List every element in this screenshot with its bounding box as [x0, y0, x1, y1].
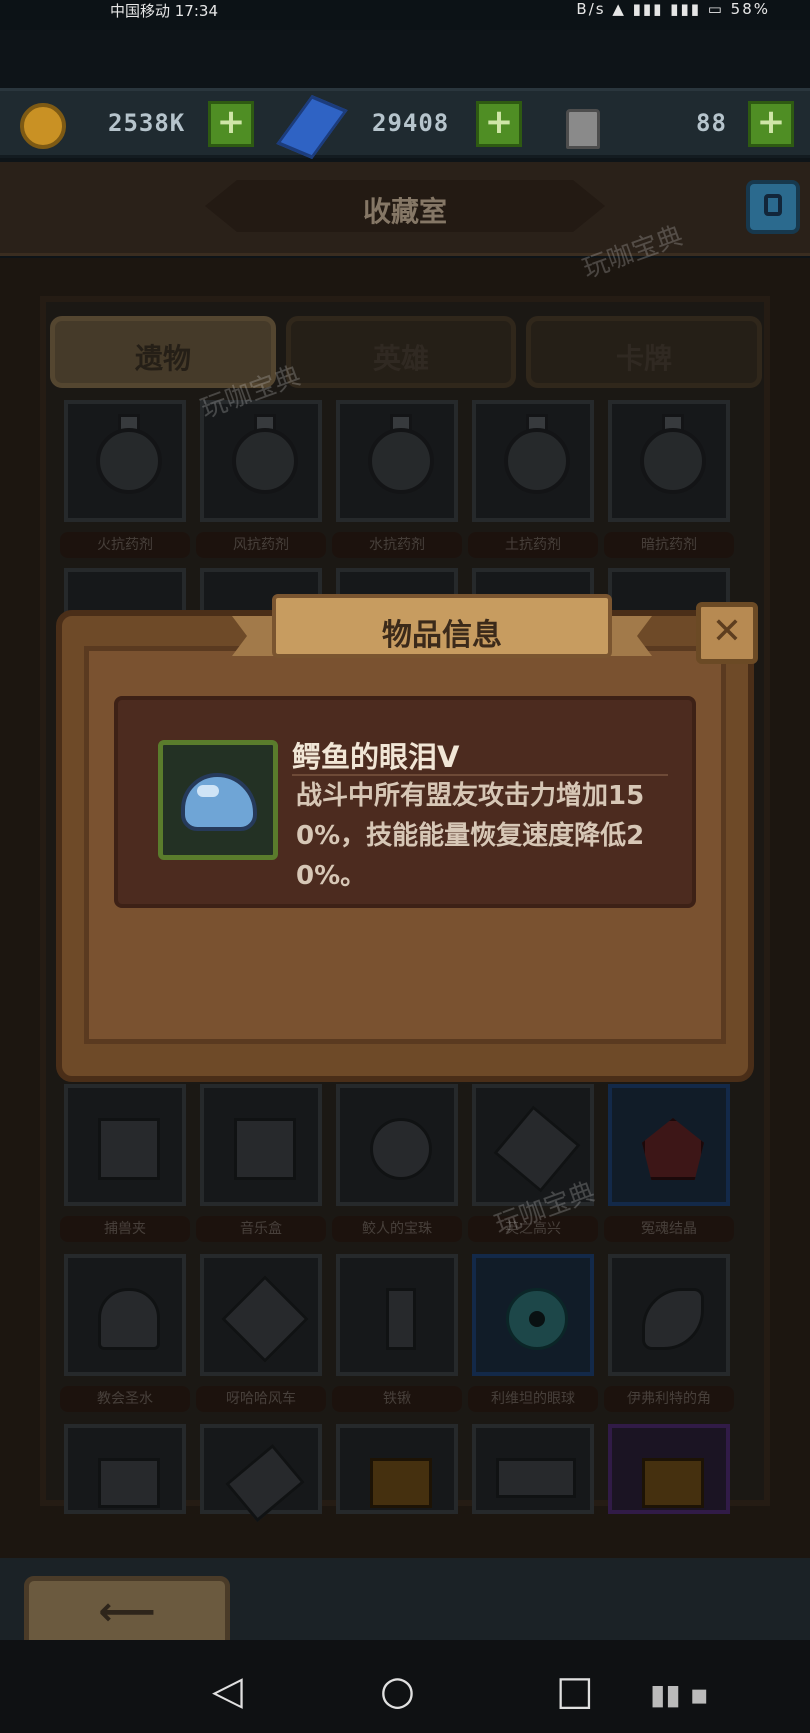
add-jar-button[interactable]: + — [748, 101, 794, 147]
item-name: 鳄鱼的眼泪V — [292, 740, 460, 774]
dialog-title: 物品信息 — [382, 618, 502, 653]
close-icon: ✕ — [711, 611, 743, 652]
collection-header: 收藏室 — [0, 162, 810, 256]
add-gem-button[interactable]: + — [476, 101, 522, 147]
help-icon — [764, 194, 782, 216]
nav-back-icon[interactable]: ◁ — [212, 1668, 243, 1714]
nav-recent-icon[interactable]: □ — [556, 1668, 594, 1714]
nav-extra-icon[interactable]: ▮▮ ▪ — [650, 1678, 709, 1711]
back-arrow-icon: ⟵ — [98, 1589, 156, 1635]
jar-value: 88 — [696, 109, 727, 137]
item-description: 战斗中所有盟友攻击力增加150%，技能能量恢复速度降低20%。 — [296, 781, 645, 891]
help-button[interactable] — [746, 180, 800, 234]
resource-bar: 2538K + 29408 + 88 + — [0, 88, 810, 159]
carrier-time: 中国移动 17:34 — [110, 2, 218, 20]
dialog-ribbon: 物品信息 — [232, 594, 652, 666]
coin-icon — [20, 103, 66, 149]
gem-icon — [276, 95, 348, 159]
ribbon-body: 物品信息 — [272, 594, 612, 658]
item-icon-frame — [158, 740, 278, 860]
close-button[interactable]: ✕ — [696, 602, 758, 664]
gem-value: 29408 — [372, 109, 450, 137]
tear-icon — [181, 773, 257, 831]
nav-home-icon[interactable]: ○ — [380, 1668, 415, 1714]
title-plate: 收藏室 — [205, 180, 605, 232]
system-nav-bar: ◁ ○ □ ▮▮ ▪ — [0, 1640, 810, 1733]
page-title: 收藏室 — [362, 195, 447, 228]
back-button[interactable]: ⟵ — [24, 1576, 230, 1650]
coin-value: 2538K — [108, 109, 186, 137]
status-bar: 中国移动 17:34 B/s ▲ ▮▮▮ ▮▮▮ ▭ 58% — [0, 0, 810, 30]
status-icons: B/s ▲ ▮▮▮ ▮▮▮ ▭ 58% — [576, 0, 770, 18]
add-coin-button[interactable]: + — [208, 101, 254, 147]
jar-icon — [566, 109, 600, 149]
